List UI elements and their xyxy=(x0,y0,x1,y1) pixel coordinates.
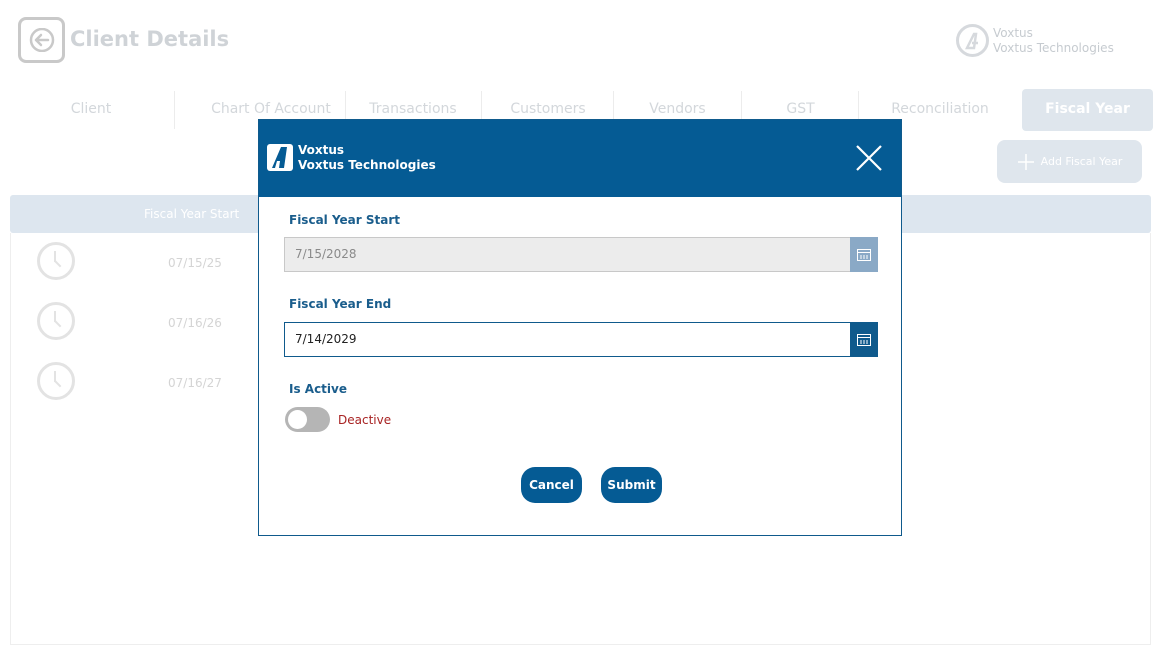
page-title: Client Details xyxy=(70,27,230,51)
close-icon xyxy=(856,145,882,171)
fiscal-year-start-input: 7/15/2028 xyxy=(284,237,878,272)
is-active-state: Deactive xyxy=(338,413,392,427)
add-fiscal-year-button[interactable]: Add Fiscal Year xyxy=(997,140,1142,183)
back-arrow-icon xyxy=(29,28,54,52)
row-start-date: 07/16/27 xyxy=(168,376,222,390)
is-active-toggle[interactable] xyxy=(285,407,330,432)
back-button[interactable] xyxy=(18,17,65,63)
brand-logo-icon xyxy=(267,144,293,171)
row-start-date: 07/15/25 xyxy=(168,256,222,270)
row-start-date: 07/16/26 xyxy=(168,316,222,330)
add-fiscal-year-label: Add Fiscal Year xyxy=(1040,155,1123,168)
toggle-knob xyxy=(288,410,307,429)
fiscal-year-end-calendar-button[interactable] xyxy=(850,322,878,357)
submit-button[interactable]: Submit xyxy=(601,467,662,503)
clock-icon xyxy=(37,362,75,400)
dialog-brand-name: Voxtus xyxy=(298,143,345,157)
plus-icon xyxy=(1017,153,1034,170)
brand-header: Voxtus Voxtus Technologies xyxy=(956,24,1114,57)
is-active-label: Is Active xyxy=(289,382,347,396)
clock-icon xyxy=(37,242,75,280)
fiscal-year-start-label: Fiscal Year Start xyxy=(289,213,401,227)
calendar-icon xyxy=(857,333,871,346)
fiscal-year-end-input[interactable]: 7/14/2029 xyxy=(284,322,878,357)
close-button[interactable] xyxy=(854,143,884,173)
fiscal-year-start-value: 7/15/2028 xyxy=(295,247,357,261)
tab-fiscal-year[interactable]: Fiscal Year xyxy=(1022,89,1153,131)
brand-logo-icon xyxy=(956,24,989,57)
dialog-brand-company: Voxtus Technologies xyxy=(298,158,436,172)
brand-name: Voxtus xyxy=(993,25,1033,40)
tab-client[interactable]: Client xyxy=(30,89,152,131)
fiscal-year-end-value: 7/14/2029 xyxy=(295,332,357,346)
fiscal-year-dialog: Voxtus Voxtus Technologies Fiscal Year S… xyxy=(258,119,902,536)
fiscal-year-start-calendar-button xyxy=(850,237,878,272)
cancel-button[interactable]: Cancel xyxy=(521,467,582,503)
calendar-icon xyxy=(857,248,871,261)
brand-company: Voxtus Technologies xyxy=(993,40,1114,55)
clock-icon xyxy=(37,302,75,340)
dialog-header: Voxtus Voxtus Technologies xyxy=(259,120,901,197)
column-fiscal-year-start: Fiscal Year Start xyxy=(144,207,240,221)
fiscal-year-end-label: Fiscal Year End xyxy=(289,297,392,311)
